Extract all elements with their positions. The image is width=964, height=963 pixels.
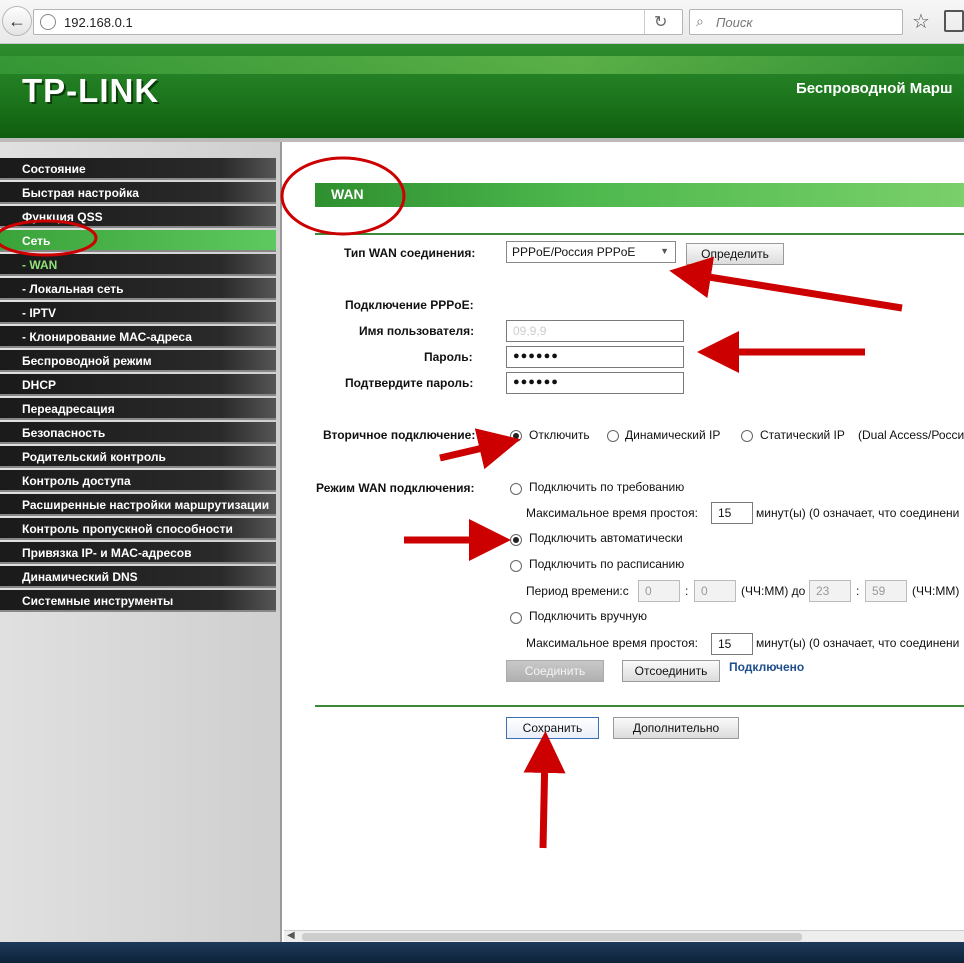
- username-input[interactable]: 09,9,9: [506, 320, 684, 342]
- address-separator: [644, 10, 645, 34]
- divider-top: [315, 233, 964, 235]
- hhmm-to-label: (ЧЧ:ММ) до: [741, 584, 806, 598]
- time-colon-1: :: [685, 584, 689, 598]
- reading-list-icon[interactable]: [944, 10, 964, 32]
- sidebar-item-2[interactable]: Функция QSS: [0, 206, 276, 228]
- sidebar-item-15[interactable]: Контроль пропускной способности: [0, 518, 276, 540]
- chevron-down-icon: ▼: [660, 246, 669, 256]
- back-button[interactable]: ←: [2, 6, 32, 36]
- password-input[interactable]: ●●●●●●: [506, 346, 684, 368]
- sidebar-item-13[interactable]: Контроль доступа: [0, 470, 276, 492]
- idle-time-input-1[interactable]: 15: [711, 502, 753, 524]
- sidebar-item-12[interactable]: Родительский контроль: [0, 446, 276, 468]
- address-bar[interactable]: 192.168.0.1 ↻: [33, 9, 683, 35]
- search-placeholder: Поиск: [716, 15, 753, 30]
- router-header: TP-LINK Беспроводной Марш: [0, 44, 964, 138]
- secondary-option-dynamic: Динамический IP: [625, 428, 721, 442]
- search-icon: ⌕: [696, 13, 704, 29]
- mode-manual-label: Подключить вручную: [529, 609, 647, 623]
- mode-schedule-label: Подключить по расписанию: [529, 557, 685, 571]
- globe-icon: [40, 14, 56, 30]
- wan-type-label: Тип WAN соединения:: [344, 246, 476, 260]
- search-input[interactable]: ⌕ Поиск: [689, 9, 903, 35]
- detect-button[interactable]: Определить: [686, 243, 784, 265]
- sidebar-item-5[interactable]: - Локальная сеть: [0, 278, 276, 300]
- time-to-hour-input[interactable]: 23: [809, 580, 851, 602]
- secondary-option-off: Отключить: [529, 428, 590, 442]
- hhmm-label: (ЧЧ:ММ): [912, 584, 960, 598]
- secondary-connection-label: Вторичное подключение:: [323, 428, 476, 442]
- time-from-hour-input[interactable]: 0: [638, 580, 680, 602]
- sidebar-item-1[interactable]: Быстрая настройка: [0, 182, 276, 204]
- divider-bottom: [315, 705, 964, 707]
- sidebar-item-9[interactable]: DHCP: [0, 374, 276, 396]
- period-label: Период времени:с: [526, 584, 629, 598]
- idle-time-input-2[interactable]: 15: [711, 633, 753, 655]
- sidebar-item-7[interactable]: - Клонирование МАС-адреса: [0, 326, 276, 348]
- secondary-radio-dynamic[interactable]: [607, 430, 619, 442]
- connect-button[interactable]: Соединить: [506, 660, 604, 682]
- secondary-radio-static[interactable]: [741, 430, 753, 442]
- page-title: WAN: [331, 186, 364, 202]
- disconnect-button[interactable]: Отсоединить: [622, 660, 720, 682]
- sidebar-item-8[interactable]: Беспроводной режим: [0, 350, 276, 372]
- connection-status: Подключено: [729, 660, 805, 674]
- time-colon-2: :: [856, 584, 860, 598]
- url-text: 192.168.0.1: [64, 15, 133, 30]
- idle-time-suffix-2: минут(ы) (0 означает, что соединени: [756, 636, 960, 650]
- confirm-password-input[interactable]: ●●●●●●: [506, 372, 684, 394]
- browser-toolbar: ← 192.168.0.1 ↻ ⌕ Поиск ☆: [0, 0, 964, 44]
- confirm-password-label: Подтвердите пароль:: [345, 376, 474, 390]
- secondary-option-static: Статический IP: [760, 428, 845, 442]
- sidebar-item-3[interactable]: Сеть: [0, 230, 276, 252]
- wan-mode-label: Режим WAN подключения:: [316, 481, 475, 495]
- save-button[interactable]: Сохранить: [506, 717, 599, 739]
- scroll-left-icon[interactable]: ◀: [287, 930, 295, 941]
- secondary-note: (Dual Access/Росси: [858, 428, 964, 442]
- mode-auto-label: Подключить автоматически: [529, 531, 683, 545]
- page-title-bar: WAN: [315, 183, 964, 207]
- sidebar-item-4[interactable]: - WAN: [0, 254, 276, 276]
- secondary-radio-off[interactable]: [510, 430, 522, 442]
- back-arrow-icon: ←: [8, 11, 26, 31]
- idle-time-label-1: Максимальное время простоя:: [526, 506, 698, 520]
- time-from-minute-input[interactable]: 0: [694, 580, 736, 602]
- sidebar-item-0[interactable]: Состояние: [0, 158, 276, 180]
- sidebar-item-18[interactable]: Системные инструменты: [0, 590, 276, 612]
- sidebar-item-16[interactable]: Привязка IP- и МАС-адресов: [0, 542, 276, 564]
- idle-time-suffix-1: минут(ы) (0 означает, что соединени: [756, 506, 960, 520]
- wan-type-select[interactable]: PPPoE/Россия PPPoE ▼: [506, 241, 676, 263]
- mode-radio-on-demand[interactable]: [510, 483, 522, 495]
- username-label: Имя пользователя:: [359, 324, 475, 338]
- password-label: Пароль:: [424, 350, 473, 364]
- sidebar-item-17[interactable]: Динамический DNS: [0, 566, 276, 588]
- mode-on-demand-label: Подключить по требованию: [529, 480, 685, 494]
- mode-radio-auto[interactable]: [510, 534, 522, 546]
- mode-radio-manual[interactable]: [510, 612, 522, 624]
- scrollbar-thumb[interactable]: [302, 933, 802, 941]
- reload-icon[interactable]: ↻: [654, 12, 667, 32]
- pppoe-label: Подключение PPPoE:: [345, 298, 474, 312]
- mode-radio-schedule[interactable]: [510, 560, 522, 572]
- sidebar-item-14[interactable]: Расширенные настройки маршрутизации: [0, 494, 276, 516]
- idle-time-label-2: Максимальное время простоя:: [526, 636, 698, 650]
- sidebar-item-6[interactable]: - IPTV: [0, 302, 276, 324]
- advanced-button[interactable]: Дополнительно: [613, 717, 739, 739]
- wan-type-value: PPPoE/Россия PPPoE: [512, 245, 636, 259]
- os-taskbar: [0, 942, 964, 963]
- product-title: Беспроводной Марш: [796, 80, 953, 97]
- bookmark-star-icon[interactable]: ☆: [912, 9, 930, 34]
- sidebar-item-10[interactable]: Переадресация: [0, 398, 276, 420]
- horizontal-scrollbar[interactable]: ◀: [284, 930, 964, 942]
- sidebar-item-11[interactable]: Безопасность: [0, 422, 276, 444]
- tp-link-logo: TP-LINK: [22, 72, 160, 109]
- time-to-minute-input[interactable]: 59: [865, 580, 907, 602]
